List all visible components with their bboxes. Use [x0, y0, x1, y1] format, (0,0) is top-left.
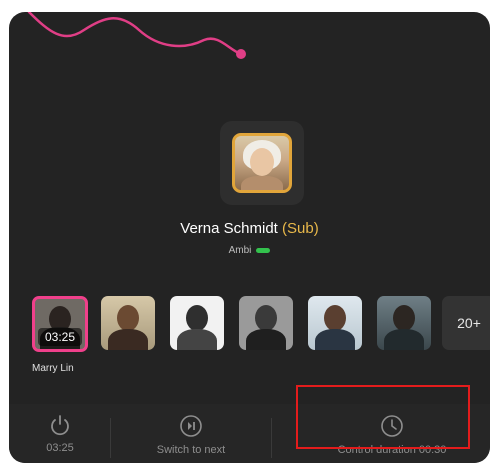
- member-4-torso: [246, 329, 286, 350]
- member-3-torso: [177, 329, 217, 350]
- member-2-head: [117, 305, 139, 331]
- member-3-head: [186, 305, 208, 331]
- more-members-button[interactable]: 20+: [442, 296, 490, 350]
- action-divider: [271, 418, 272, 458]
- host-name: Verna Schmidt: [180, 220, 278, 237]
- member-avatar-3[interactable]: [170, 296, 224, 350]
- wave-end-dot: [236, 49, 246, 59]
- member-avatar-4[interactable]: [239, 296, 293, 350]
- highlight-box: [296, 385, 470, 449]
- play-pause-icon: [180, 415, 202, 437]
- member-6-torso: [384, 329, 424, 350]
- active-member-name: Marry Lin: [32, 363, 74, 374]
- host-avatar[interactable]: [220, 121, 304, 205]
- member-4-head: [255, 305, 277, 331]
- member-avatar-5[interactable]: [308, 296, 362, 350]
- host-face: [250, 148, 274, 176]
- member-2-torso: [108, 329, 148, 350]
- member-timer-badge: 03:25: [38, 328, 82, 346]
- host-status-label: Ambi: [228, 245, 252, 256]
- host-status: Ambi: [9, 245, 490, 256]
- switch-next-label: Switch to next: [156, 444, 226, 456]
- wave-line: [27, 12, 243, 56]
- switch-next-action[interactable]: Switch to next: [130, 414, 252, 456]
- member-avatar-1[interactable]: 03:25: [32, 296, 88, 352]
- power-icon: [51, 415, 69, 436]
- power-action-label: 03:25: [46, 442, 74, 454]
- member-5-head: [324, 305, 346, 331]
- wave-decoration: [27, 12, 246, 59]
- host-name-line: Verna Schmidt (Sub): [9, 220, 490, 237]
- member-avatar-2[interactable]: [101, 296, 155, 350]
- member-6-head: [393, 305, 415, 331]
- host-role-tag: (Sub): [282, 220, 319, 237]
- power-action[interactable]: 03:25: [29, 414, 91, 454]
- online-signal-icon: [256, 247, 271, 253]
- member-avatar-6[interactable]: [377, 296, 431, 350]
- action-divider: [110, 418, 111, 458]
- host-avatar-image: [232, 133, 292, 193]
- host-body: [241, 176, 283, 190]
- member-5-torso: [315, 329, 355, 350]
